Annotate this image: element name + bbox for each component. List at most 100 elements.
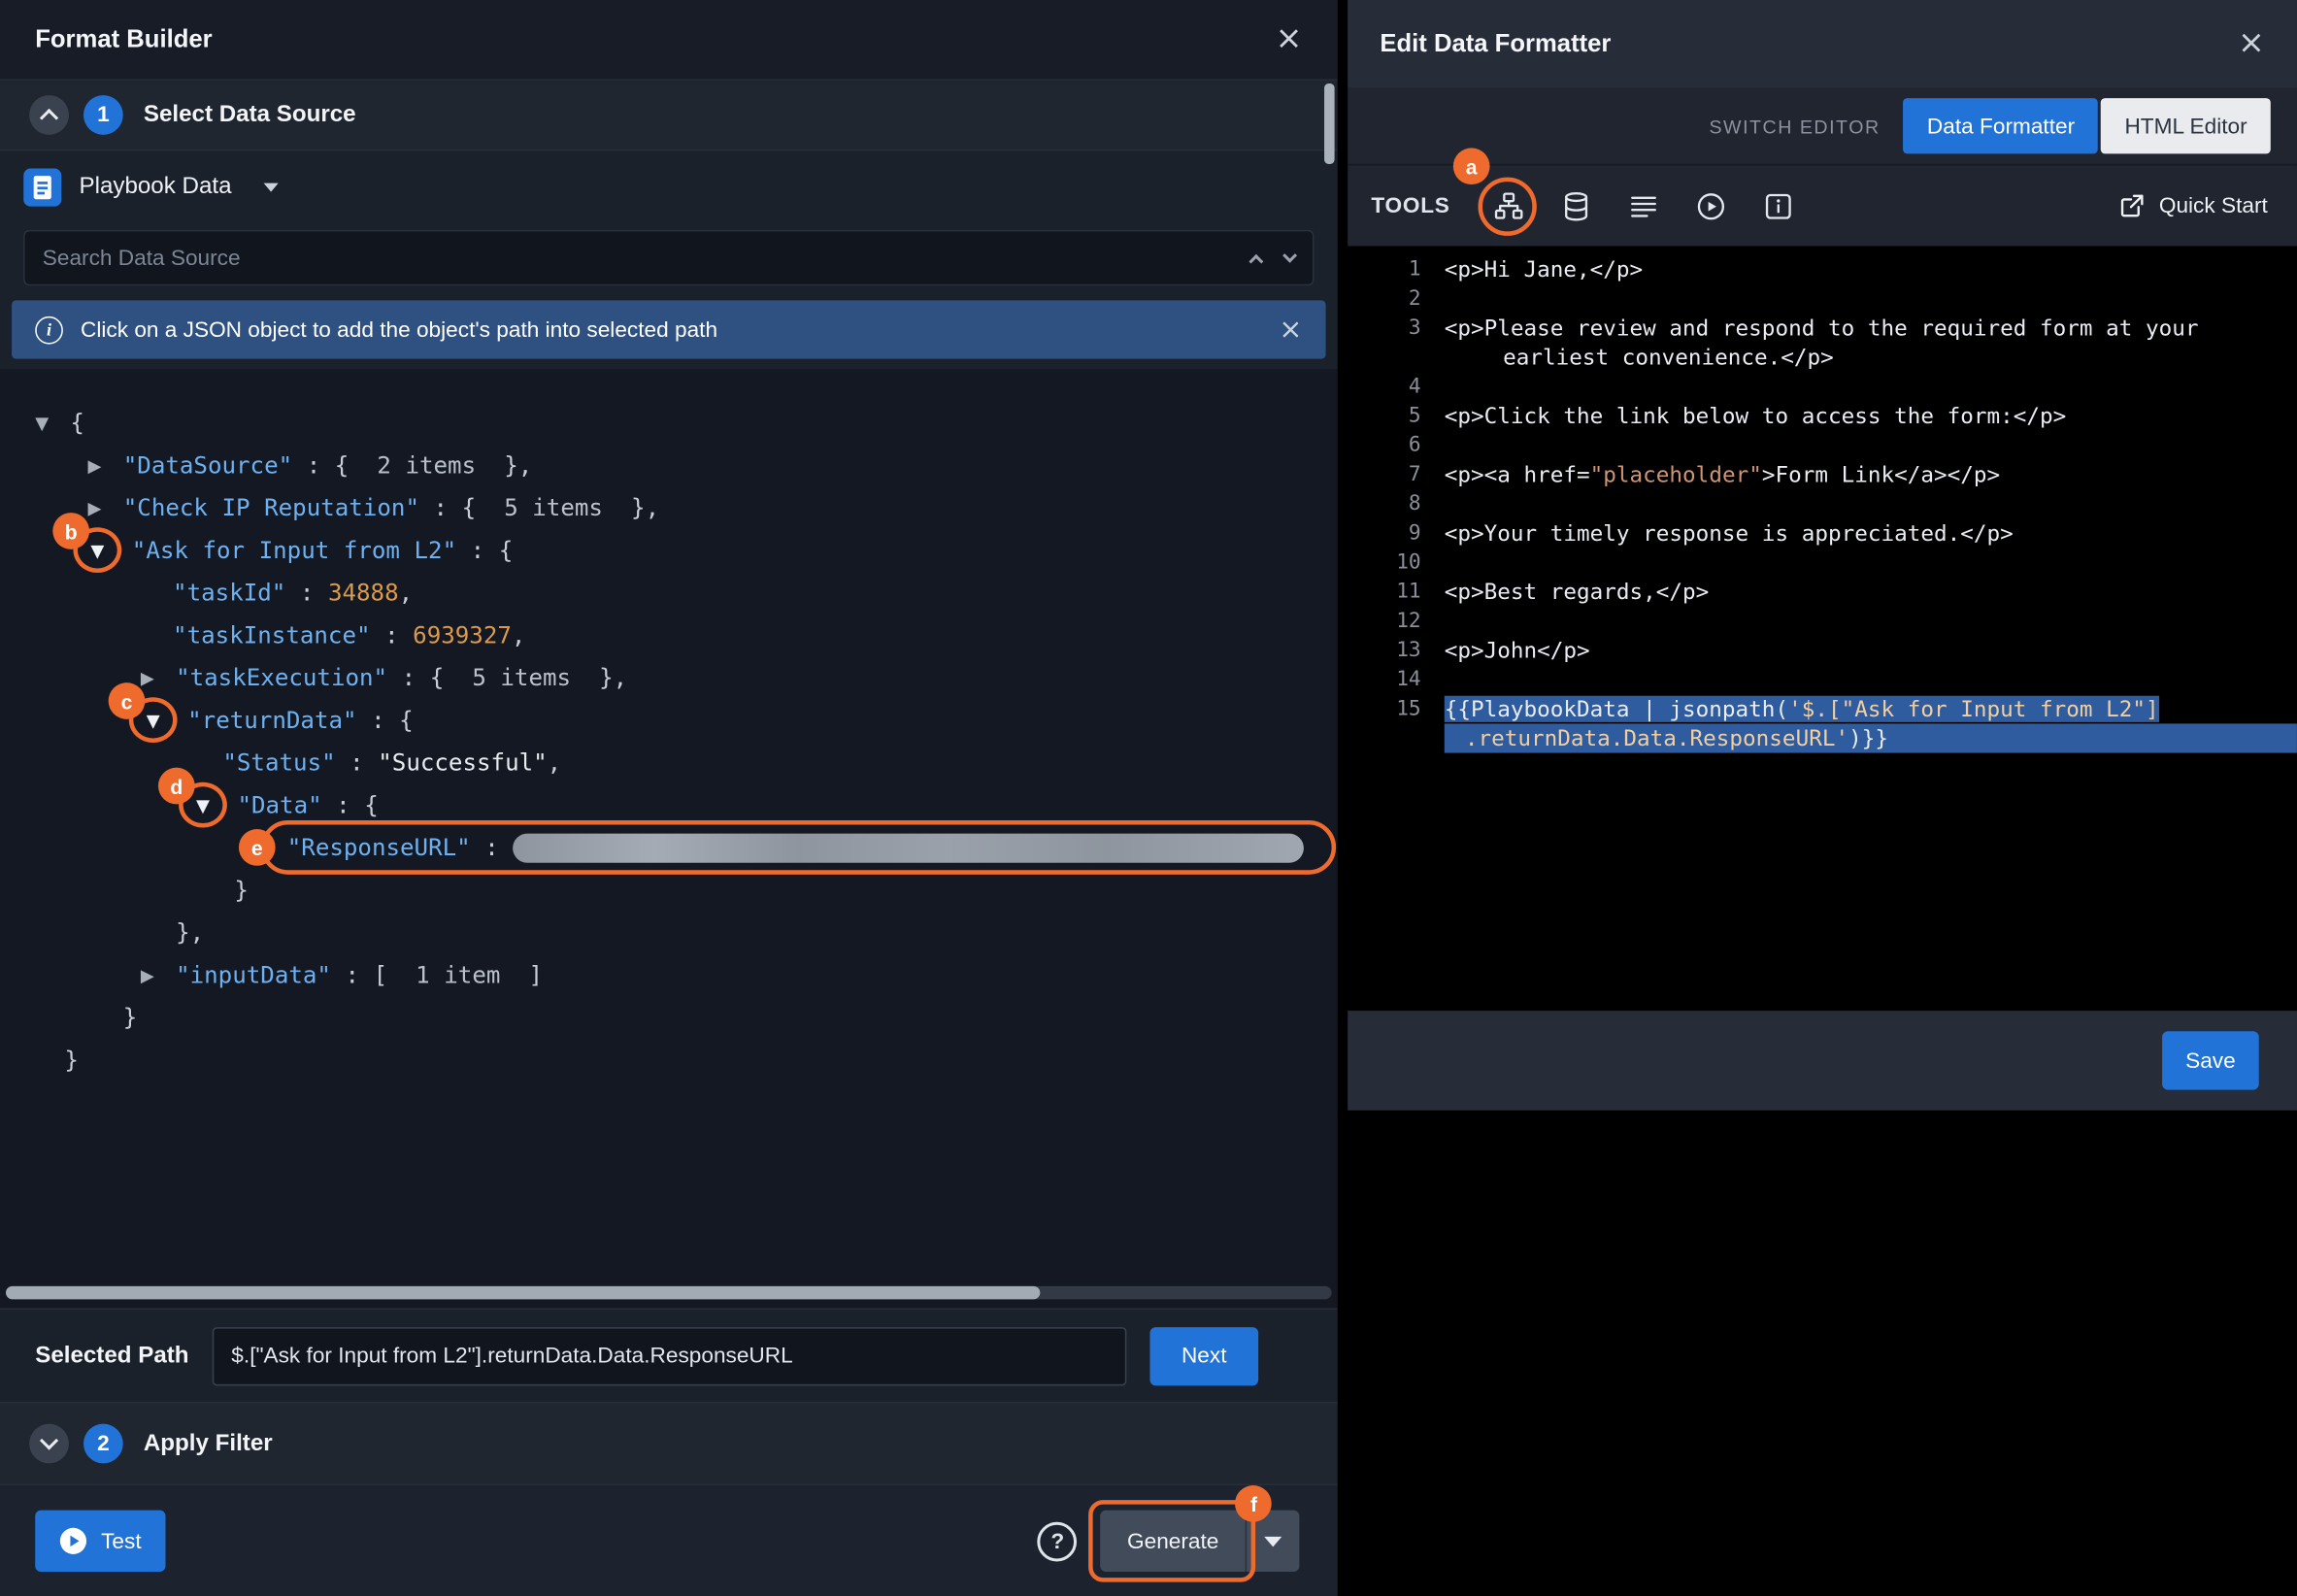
json-tree: ▼ { ▶ "DataSource" : { 2 items }, ▶ "Che… [0, 369, 1338, 1308]
code-line: 14 [1365, 665, 2297, 694]
tree-row-datasource[interactable]: ▶ "DataSource" : { 2 items }, [0, 444, 1338, 486]
expanded-icon[interactable]: ▼ [35, 413, 70, 433]
generate-button-group: Generate f [1101, 1511, 1300, 1572]
json-key: "taskId" [173, 579, 285, 607]
collapsed-icon[interactable]: ▶ [141, 965, 176, 985]
json-key: "ResponseURL" [287, 834, 471, 862]
info-square-icon[interactable] [1761, 188, 1796, 223]
generate-button[interactable]: Generate [1101, 1511, 1247, 1572]
quick-start-button[interactable]: Quick Start [2118, 192, 2268, 220]
test-button-label: Test [101, 1529, 142, 1554]
close-icon[interactable]: × [2238, 28, 2265, 60]
sitemap-icon[interactable] [1491, 188, 1526, 223]
test-button[interactable]: Test [35, 1511, 165, 1572]
attribute-value: "placeholder" [1590, 461, 1762, 487]
line-number [1365, 723, 1420, 752]
tree-row-status[interactable]: "Status" : "Successful", [0, 742, 1338, 784]
annotation-badge-d: d [158, 768, 195, 805]
align-left-icon[interactable] [1626, 188, 1661, 223]
punct: : [371, 621, 414, 649]
help-icon[interactable]: ? [1038, 1521, 1078, 1561]
chevron-up-icon[interactable] [1248, 253, 1263, 268]
playbook-data-icon [23, 168, 61, 206]
redacted-value [513, 833, 1304, 862]
tab-html-editor[interactable]: HTML Editor [2101, 98, 2270, 153]
line-number: 13 [1365, 636, 1420, 665]
info-banner: i Click on a JSON object to add the obje… [12, 300, 1325, 358]
json-key: "inputData" [176, 961, 331, 989]
tab-data-formatter[interactable]: Data Formatter [1904, 98, 2098, 153]
brace: }, [176, 918, 204, 947]
search-row [0, 222, 1338, 292]
next-button[interactable]: Next [1149, 1326, 1258, 1384]
info-icon: i [35, 316, 63, 344]
json-number: 34888 [328, 579, 399, 607]
brace: } [234, 876, 249, 904]
expanded-icon: ▼ [196, 795, 210, 815]
banner-text: Click on a JSON object to add the object… [81, 317, 717, 343]
save-row: Save [1348, 1011, 2297, 1111]
tree-row-returndata[interactable]: c ▼ "returnData" : { [0, 699, 1338, 742]
format-builder-header: Format Builder × [0, 0, 1338, 81]
scrollbar-thumb[interactable] [6, 1286, 1040, 1300]
tree-row-taskexecution[interactable]: ▶ "taskExecution" : { 5 items }, [0, 656, 1338, 699]
close-icon[interactable]: × [1276, 23, 1303, 55]
punct: : [ [331, 961, 416, 989]
json-key: "taskExecution" [176, 664, 387, 692]
tree-row-data[interactable]: d ▼ "Data" : { [0, 783, 1338, 826]
datasource-selector[interactable]: Playbook Data [0, 150, 1338, 222]
code-line: 7<p><a href="placeholder">Form Link</a><… [1365, 460, 2297, 489]
tree-row-root[interactable]: ▼ { [0, 401, 1338, 444]
code-line: 10 [1365, 548, 2297, 577]
caret-down-icon [264, 183, 279, 191]
database-icon[interactable] [1558, 188, 1593, 223]
save-button[interactable]: Save [2162, 1031, 2259, 1089]
tools-label: TOOLS [1371, 193, 1474, 218]
punct: }, [571, 664, 627, 692]
tree-row-responseurl[interactable]: e "ResponseURL" : [0, 826, 1338, 869]
annotation-badge-e: e [239, 829, 276, 866]
step2-number-badge: 2 [83, 1424, 123, 1464]
punct: }, [603, 493, 659, 521]
chevron-up-icon [40, 109, 58, 127]
tree-row-taskinstance[interactable]: "taskInstance" : 6939327, [0, 614, 1338, 656]
tree-row-taskid[interactable]: "taskId" : 34888, [0, 571, 1338, 614]
code-line: 8 [1365, 489, 2297, 518]
line-number: 12 [1365, 607, 1420, 636]
collapse-section-button[interactable] [29, 95, 69, 135]
item-count: 1 item [416, 961, 500, 989]
punct: , [512, 621, 526, 649]
punct: , [548, 748, 562, 777]
horizontal-scrollbar[interactable] [6, 1286, 1332, 1300]
play-circle-icon[interactable] [1693, 188, 1728, 223]
selected-path-label: Selected Path [35, 1343, 188, 1369]
play-icon [58, 1526, 87, 1555]
collapsed-icon[interactable]: ▶ [141, 667, 176, 687]
chevron-down-icon[interactable] [1282, 248, 1297, 262]
collapsed-icon[interactable]: ▶ [88, 497, 123, 517]
banner-close-icon[interactable]: × [1279, 316, 1302, 344]
punct: }, [476, 451, 532, 480]
tree-row-ask-for-input[interactable]: b ▼ "Ask for Input from L2" : { [0, 529, 1338, 572]
datasource-label: Playbook Data [79, 174, 231, 200]
search-stepper [1251, 249, 1295, 266]
tree-row-check-ip-reputation[interactable]: ▶ "Check IP Reputation" : { 5 items }, [0, 486, 1338, 529]
tree-row-close: }, [0, 912, 1338, 954]
tree-row-inputdata[interactable]: ▶ "inputData" : [ 1 item ] [0, 953, 1338, 996]
line-number: 3 [1365, 314, 1420, 343]
step2-header[interactable]: 2 Apply Filter [0, 1402, 1338, 1483]
caret-down-icon [1264, 1536, 1282, 1546]
search-input[interactable] [43, 246, 1240, 271]
json-key: "DataSource" [123, 451, 292, 480]
expand-section-button[interactable] [29, 1424, 69, 1464]
json-key: "Data" [237, 791, 321, 819]
step1-header[interactable]: 1 Select Data Source [0, 81, 1338, 150]
code-line-selected-wrap: .returnData.Data.ResponseURL')}} [1365, 723, 2297, 752]
page-title: Edit Data Formatter [1380, 29, 1611, 58]
step2-title: Apply Filter [144, 1430, 273, 1456]
info-banner-wrap: i Click on a JSON object to add the obje… [0, 293, 1338, 369]
selected-path-input[interactable] [213, 1326, 1127, 1384]
collapsed-icon[interactable]: ▶ [88, 455, 123, 476]
code-editor[interactable]: 1<p>Hi Jane,</p> 2 3<p>Please review and… [1348, 246, 2297, 1011]
vertical-scrollbar[interactable] [1324, 83, 1335, 164]
